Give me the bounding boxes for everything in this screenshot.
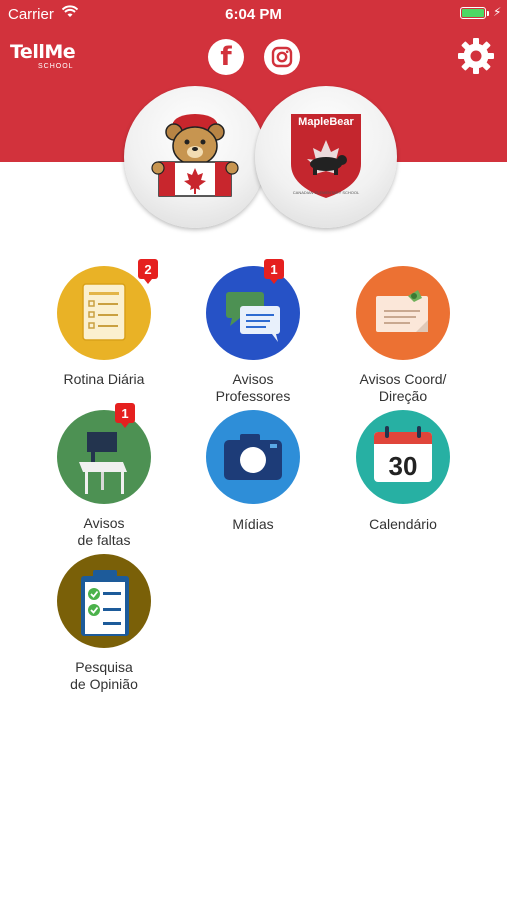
notification-badge: 1 xyxy=(264,259,284,284)
professores-icon-circle xyxy=(206,266,300,360)
instagram-icon[interactable] xyxy=(264,39,300,75)
menu-label: Calendário xyxy=(369,516,437,532)
status-time: 6:04 PM xyxy=(225,6,282,23)
notification-badge: 2 xyxy=(138,259,158,284)
calendar-day-number: 30 xyxy=(389,451,418,481)
menu-pesquisa-de-opiniao[interactable]: Pesquisa de Opinião xyxy=(24,554,184,692)
chat-icon xyxy=(226,292,280,342)
menu-label: Rotina Diária xyxy=(63,371,145,387)
menu-midias[interactable]: Mídias xyxy=(173,410,333,540)
menu-label: Avisos Professores xyxy=(215,371,291,404)
facebook-icon[interactable]: f xyxy=(208,39,244,75)
note-icon xyxy=(376,290,428,332)
midias-icon-circle xyxy=(206,410,300,504)
menu-label: Avisos Coord/ Direção xyxy=(359,371,447,404)
tellme-logo: TellMe SCHOOL xyxy=(10,41,76,70)
logo-subtext: SCHOOL xyxy=(38,63,74,70)
gear-icon[interactable] xyxy=(456,36,496,81)
menu-label: Avisos de faltas xyxy=(77,515,131,548)
calendar-icon: 30 xyxy=(374,426,432,482)
menu-label: Pesquisa de Opinião xyxy=(70,659,138,692)
bear-mascot-logo[interactable] xyxy=(124,86,266,228)
bear-mascot-icon xyxy=(151,114,239,197)
menu-calendario[interactable]: 30 Calendário xyxy=(323,410,483,540)
calendario-icon-circle: 30 xyxy=(356,410,450,504)
pesquisa-icon-circle xyxy=(57,554,151,648)
logo-text: TellMe xyxy=(10,41,76,63)
maplebear-crest-icon xyxy=(291,114,361,198)
charging-bolt-icon: ⚡ xyxy=(493,5,502,19)
rotina-icon-circle xyxy=(57,266,151,360)
menu-avisos-de-faltas[interactable]: 1 Avisos de faltas xyxy=(24,403,184,548)
clipboard-icon xyxy=(81,570,129,636)
menu-rotina-diaria[interactable]: 2 Rotina Diária xyxy=(24,259,184,396)
notification-badge: 1 xyxy=(115,403,135,428)
faltas-icon-circle xyxy=(57,410,151,504)
checklist-icon xyxy=(82,283,126,341)
maplebear-title: MapleBear xyxy=(298,116,354,128)
maplebear-subtitle: CANADIAN ELEMENTARY SCHOOL xyxy=(292,190,360,195)
battery-icon xyxy=(460,7,486,19)
school-desk-icon xyxy=(79,432,127,494)
status-bar: Carrier 6:04 PM ⚡ xyxy=(0,0,507,28)
menu-avisos-professores[interactable]: 1 Avisos Professores xyxy=(173,259,333,404)
camera-icon xyxy=(224,434,282,480)
maplebear-logo[interactable]: MapleBear CANADIAN ELEMENTARY SCHOOL xyxy=(255,86,397,228)
battery-tip xyxy=(487,11,489,16)
menu-label: Mídias xyxy=(232,516,274,532)
coord-icon-circle xyxy=(356,266,450,360)
menu-avisos-coord-direcao[interactable]: Avisos Coord/ Direção xyxy=(323,266,483,404)
